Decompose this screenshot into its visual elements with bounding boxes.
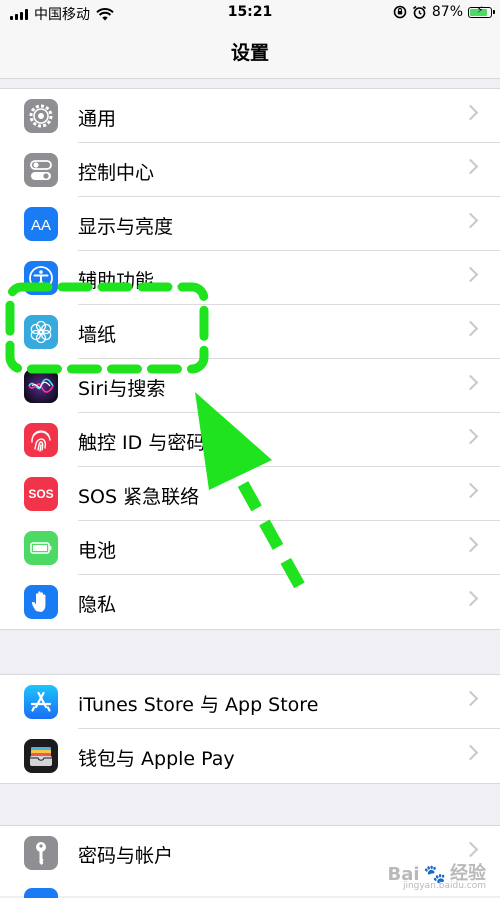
status-bar: 中国移动 15:21 87% ⚡ [0,0,500,26]
gear-icon [24,99,58,133]
chevron-right-icon [462,482,479,499]
settings-row-itunes-app-store[interactable]: iTunes Store 与 App Store [0,675,500,729]
settings-row-label: 通用 [78,108,117,130]
svg-text:AA: AA [31,217,51,234]
app-store-icon [24,685,58,719]
settings-row-label: 密码与帐户 [78,845,174,867]
battery-icon: ⚡ [468,4,495,18]
chevron-right-icon [462,690,479,707]
baidu-jingyan-watermark: Bai 🐾 经验 jingyan.baidu.com [388,859,486,891]
settings-row-accessibility[interactable]: 辅助功能 [0,251,500,305]
settings-row-label: 墙纸 [78,324,117,346]
page-title: 设置 [230,42,269,64]
sos-icon-text: SOS [28,487,54,501]
chevron-right-icon [462,374,479,391]
charging-bolt-icon: ⚡ [476,4,484,16]
next-row-icon-partial [24,888,58,898]
chevron-right-icon [462,590,479,607]
settings-row-general[interactable]: 通用 [0,89,500,143]
settings-row-wallet-apple-pay[interactable]: 钱包与 Apple Pay [0,729,500,783]
chevron-right-icon [462,266,479,283]
status-right: 87% ⚡ [393,4,495,20]
text-size-icon: AA [24,207,58,241]
settings-row-label: 隐私 [78,594,117,616]
sos-icon: SOS [24,477,58,511]
rotation-lock-icon [393,5,407,19]
settings-row-label: SOS 紧急联络 [78,486,200,508]
settings-row-display-brightness[interactable]: AA 显示与亮度 [0,197,500,251]
settings-row-siri-search[interactable]: Siri与搜索 [0,359,500,413]
alarm-icon [412,5,426,19]
settings-row-label: iTunes Store 与 App Store [78,694,319,716]
chevron-right-icon [462,744,479,761]
chevron-right-icon [462,212,479,229]
accessibility-icon [24,261,58,295]
chevron-right-icon [462,104,479,121]
siri-icon [24,369,58,403]
settings-group-store: iTunes Store 与 App Store 钱包与 Apple Pay [0,674,500,784]
chevron-right-icon [462,158,479,175]
settings-row-label: 电池 [78,540,117,562]
wallet-icon [24,739,58,773]
settings-row-touch-id-passcode[interactable]: 触控 ID 与密码 [0,413,500,467]
settings-row-label: 控制中心 [78,162,155,184]
key-icon [24,836,58,870]
watermark-url: jingyan.baidu.com [402,881,486,891]
battery-percent: 87% [431,4,463,20]
flower-icon [24,315,58,349]
settings-row-label: 钱包与 Apple Pay [78,748,235,770]
settings-row-privacy[interactable]: 隐私 [0,575,500,629]
settings-row-wallpaper[interactable]: 墙纸 [0,305,500,359]
switches-icon [24,153,58,187]
settings-row-control-center[interactable]: 控制中心 [0,143,500,197]
settings-row-label: Siri与搜索 [78,378,166,400]
fingerprint-icon [24,423,58,457]
chevron-right-icon [462,536,479,553]
navigation-bar: 设置 [0,26,500,79]
battery-icon [24,531,58,565]
settings-group-main: 通用 控制中心 AA 显示与亮度 辅助功能 墙纸 Siri与搜索 触控 ID 与… [0,88,500,630]
settings-row-label: 辅助功能 [78,270,155,292]
hand-icon [24,585,58,619]
chevron-right-icon [462,428,479,445]
chevron-right-icon [462,841,479,858]
settings-row-label: 触控 ID 与密码 [78,432,206,454]
settings-row-label: 显示与亮度 [78,216,174,238]
chevron-right-icon [462,320,479,337]
settings-row-battery[interactable]: 电池 [0,521,500,575]
settings-row-emergency-sos[interactable]: SOS SOS 紧急联络 [0,467,500,521]
